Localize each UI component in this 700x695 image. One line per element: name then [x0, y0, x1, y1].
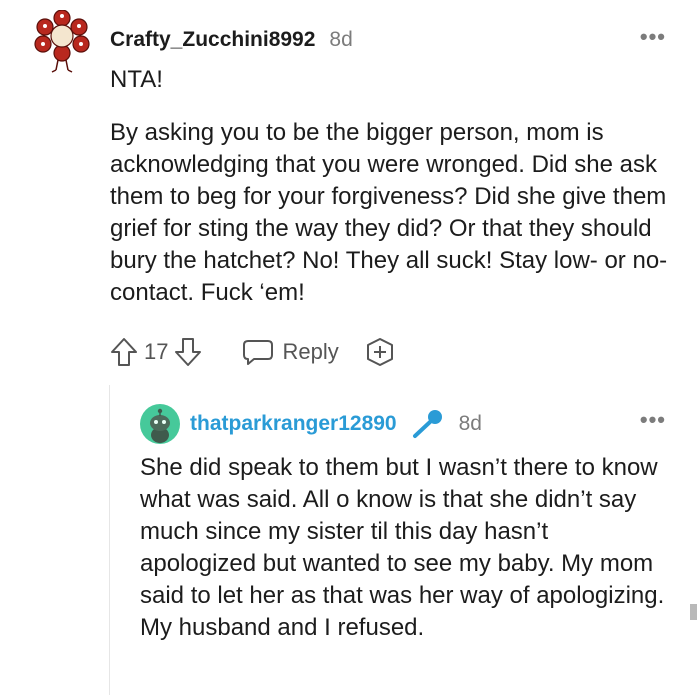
upvote-arrow-icon[interactable]: [110, 337, 138, 367]
scrollbar-thumb[interactable]: [690, 604, 697, 620]
username-link[interactable]: thatparkranger12890: [190, 412, 397, 436]
reply-button[interactable]: Reply: [242, 338, 339, 366]
more-options-icon[interactable]: •••: [640, 409, 666, 431]
username-link[interactable]: Crafty_Zucchini8992: [110, 28, 315, 52]
vote-count: 17: [144, 339, 169, 364]
comment-header: thatparkranger12890 8d: [190, 410, 482, 438]
comment-header: Crafty_Zucchini8992 8d: [110, 27, 353, 53]
award-button[interactable]: [365, 337, 395, 367]
downvote-arrow-icon[interactable]: [174, 337, 202, 367]
comment-timestamp: 8d: [329, 28, 353, 51]
snoo-avatar-icon[interactable]: [140, 404, 180, 444]
comment-body: She did speak to them but I wasn’t there…: [140, 454, 665, 641]
speech-bubble-icon: [243, 340, 274, 365]
flower-monster-avatar-icon[interactable]: [34, 10, 90, 74]
more-options-icon[interactable]: •••: [640, 26, 666, 48]
microphone-icon: [412, 410, 442, 438]
reply-label: Reply: [282, 339, 339, 364]
thread-line[interactable]: [109, 385, 110, 695]
comment-actions: 17 Reply: [110, 334, 395, 370]
comment-timestamp: 8d: [458, 412, 482, 435]
comment-body: By asking you to be the bigger person, m…: [110, 119, 668, 306]
add-award-icon: [366, 338, 393, 366]
comment-first-line: NTA!: [110, 66, 163, 93]
